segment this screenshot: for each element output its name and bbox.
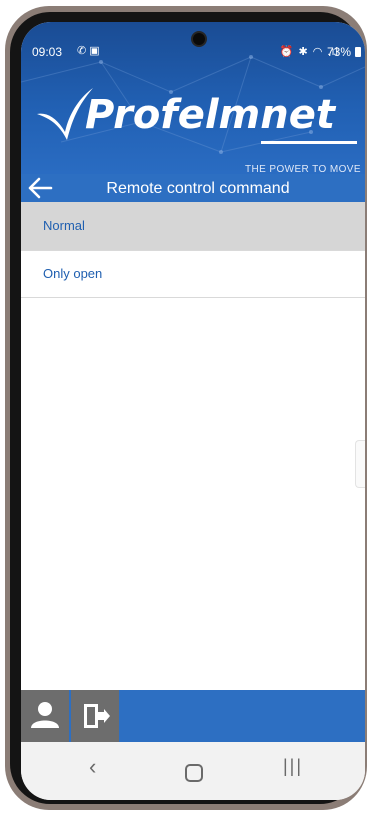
app-header: 09:03 ✆ ▣ ⏰ ✱ ◠ .ıl 73% Profelmnet THE P…	[21, 22, 365, 174]
brand-name: Profelmnet	[85, 92, 335, 138]
brand-tagline: THE POWER TO MOVE	[245, 164, 361, 174]
brand-underline	[261, 141, 357, 144]
status-time: 09:03	[32, 45, 63, 59]
user-button[interactable]	[21, 690, 69, 742]
status-notification-icons: ✆ ▣	[77, 45, 100, 57]
bottom-toolbar	[21, 690, 365, 742]
nav-back-button[interactable]: ‹	[89, 754, 96, 780]
android-nav-bar: ‹ |||	[21, 742, 365, 800]
logout-button[interactable]	[71, 690, 119, 742]
side-panel-handle[interactable]	[355, 440, 365, 488]
command-option-list: Normal Only open	[21, 202, 365, 298]
battery-percent: 73%	[326, 45, 351, 59]
brand-logo: Profelmnet THE POWER TO MOVE	[35, 84, 365, 174]
battery-icon	[355, 47, 361, 57]
front-camera	[191, 31, 207, 47]
option-only-open[interactable]: Only open	[21, 251, 365, 298]
option-normal[interactable]: Normal	[21, 202, 365, 251]
nav-recents-button[interactable]: |||	[283, 756, 303, 777]
app-screen: 09:03 ✆ ▣ ⏰ ✱ ◠ .ıl 73% Profelmnet THE P…	[21, 22, 365, 800]
page-title: Remote control command	[106, 180, 290, 197]
title-bar: Remote control command	[21, 174, 365, 202]
exit-door-icon	[84, 704, 110, 728]
nav-home-button[interactable]	[185, 764, 203, 782]
user-icon	[31, 702, 59, 728]
